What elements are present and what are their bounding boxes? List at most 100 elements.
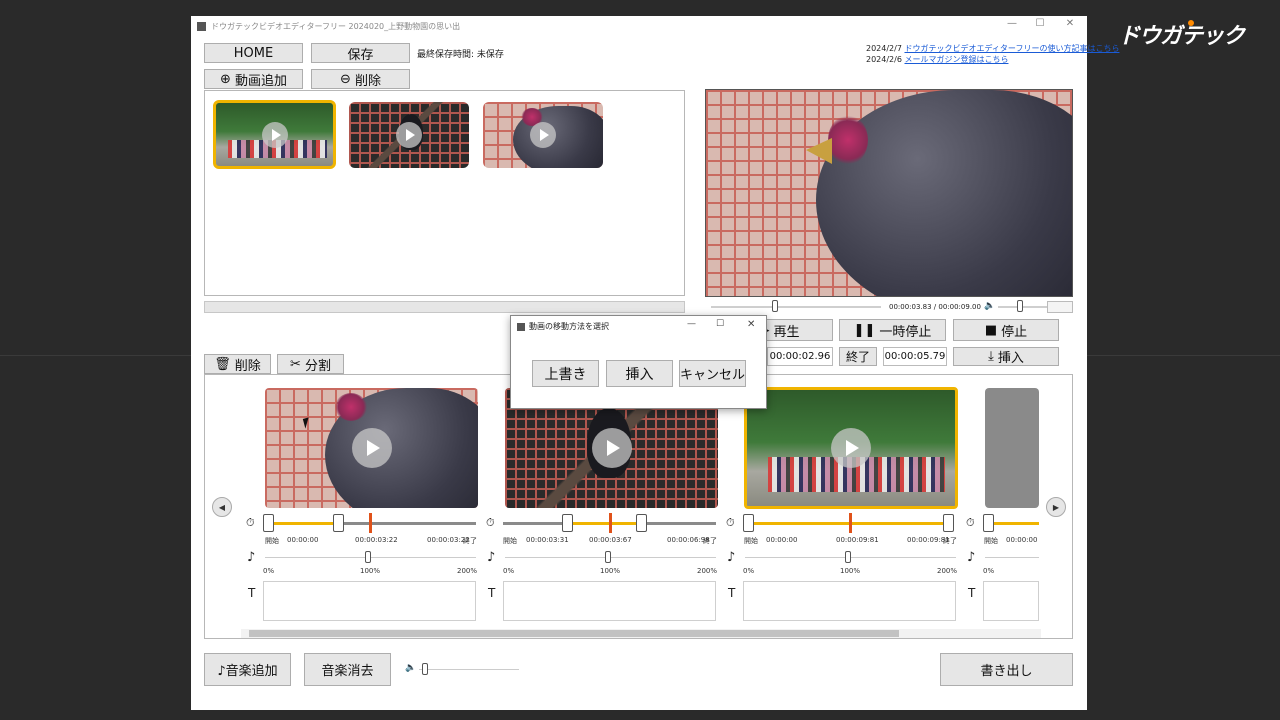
dialog-minimize-button[interactable]: —: [687, 319, 696, 329]
music-volume-slider[interactable]: [419, 669, 519, 670]
insert-label: 挿入: [997, 351, 1024, 366]
split-button[interactable]: ✂ 分割: [277, 354, 344, 374]
clip-1-volume-handle[interactable]: [365, 551, 371, 563]
dialog-maximize-button[interactable]: ☐: [716, 319, 724, 329]
download-icon: ⤓: [988, 349, 994, 364]
minimize-button[interactable]: —: [1004, 18, 1020, 29]
music-note-icon: ♪: [967, 550, 976, 565]
preview-seek-handle[interactable]: [772, 300, 778, 312]
scroll-left-button[interactable]: ◀: [212, 497, 232, 517]
play-icon: [831, 428, 871, 468]
export-button[interactable]: 書き出し: [940, 653, 1073, 686]
remove-music-button[interactable]: 音楽消去: [304, 653, 391, 686]
timeline-scroll-thumb[interactable]: [249, 630, 899, 637]
clip-1-text-input[interactable]: [263, 581, 476, 621]
close-button[interactable]: ✕: [1062, 18, 1078, 29]
clip-3-end-label: 終了: [943, 537, 957, 545]
clip-1-end-handle[interactable]: [333, 514, 344, 532]
clip-1-trim-track-rest[interactable]: [339, 522, 476, 525]
clip-1-trim-track[interactable]: [269, 522, 339, 525]
add-video-button[interactable]: ⊕ 動画追加: [204, 69, 303, 89]
clip-3-text-input[interactable]: [743, 581, 956, 621]
play-icon: [591, 428, 632, 468]
music-volume-handle[interactable]: [422, 663, 428, 675]
maximize-button[interactable]: ☐: [1032, 18, 1048, 29]
timeline-clip-3[interactable]: [744, 387, 958, 509]
clip-2-trim-track[interactable]: [568, 522, 642, 525]
pause-label: 一時停止: [879, 324, 932, 340]
clip-2-end-label: 終了: [703, 537, 717, 545]
end-time-field[interactable]: 00:00:05.79: [883, 347, 947, 366]
start-time-field[interactable]: 00:00:02.96: [767, 347, 833, 366]
insert-button[interactable]: ⤓ 挿入: [953, 347, 1059, 366]
library-thumb-eagle[interactable]: [483, 102, 603, 168]
pause-icon: ❚❚: [853, 322, 876, 338]
text-icon: T: [728, 586, 736, 600]
library-thumb-cage[interactable]: [349, 102, 469, 168]
play-icon: [530, 122, 556, 148]
clip-3-start-handle[interactable]: [743, 514, 754, 532]
library-scrollbar[interactable]: [204, 301, 685, 313]
clip-3-start-label: 開始: [744, 537, 758, 545]
clip-2-volume-handle[interactable]: [605, 551, 611, 563]
timeline-clip-1[interactable]: [265, 388, 478, 508]
dialog-cancel-button[interactable]: キャンセル: [679, 360, 746, 387]
clip-3-vol-max: 200%: [937, 567, 958, 575]
library-thumb-park[interactable]: [213, 100, 336, 169]
home-button-label: HOME: [233, 45, 274, 61]
clip-4-volume-track[interactable]: [985, 557, 1039, 558]
clip-2-vol-max: 200%: [697, 567, 718, 575]
clip-3-marker: [849, 513, 852, 533]
clip-3-end-handle[interactable]: [943, 514, 954, 532]
add-music-button[interactable]: ♪音楽追加: [204, 653, 291, 686]
video-preview[interactable]: [705, 89, 1073, 297]
clip-2-text-input[interactable]: [503, 581, 716, 621]
timeline-delete-button[interactable]: 🗑 削除: [204, 354, 271, 374]
clip-2-start-handle[interactable]: [562, 514, 573, 532]
right-arrow-icon: ▶: [1052, 502, 1060, 512]
dialog-close-button[interactable]: ✕: [747, 319, 755, 330]
music-note-icon: ♪: [727, 550, 736, 565]
clip-3-trim-track[interactable]: [747, 522, 947, 525]
clip-2-trim-track-left[interactable]: [503, 522, 568, 525]
split-label: 分割: [304, 358, 331, 374]
save-button[interactable]: 保存: [311, 43, 410, 63]
clip-4-trim-track[interactable]: [987, 522, 1039, 525]
preview-seekbar[interactable]: [711, 306, 881, 308]
overwrite-button[interactable]: 上書き: [532, 360, 599, 387]
last-saved-text: 最終保存時間: 未保存: [417, 50, 504, 60]
play-icon: [396, 122, 422, 148]
music-note-icon: ♪: [487, 550, 496, 565]
scroll-right-button[interactable]: ▶: [1046, 497, 1066, 517]
timeline-clip-4[interactable]: [985, 388, 1039, 508]
clip-4-text-input[interactable]: [983, 581, 1039, 621]
clip-2-end-handle[interactable]: [636, 514, 647, 532]
clip-1-start-label: 開始: [265, 537, 279, 545]
dialog-insert-button[interactable]: 挿入: [606, 360, 673, 387]
clip-1-start-handle[interactable]: [263, 514, 274, 532]
stop-button[interactable]: ■ 停止: [953, 319, 1059, 341]
preview-image-detail: [828, 115, 868, 165]
clip-2-trim-track-right[interactable]: [642, 522, 716, 525]
news-link-1[interactable]: ドウガテックビデオエディターフリーの使い方記事はこちら: [904, 44, 1119, 53]
add-music-label: ♪音楽追加: [217, 664, 278, 679]
delete-video-button[interactable]: ⊖ 削除: [311, 69, 410, 89]
clip-4-start-time: 00:00:00: [1006, 536, 1038, 544]
preview-volume-handle[interactable]: [1017, 300, 1023, 312]
home-button[interactable]: HOME: [204, 43, 303, 63]
clip-2-mid-time: 00:00:03:67: [589, 536, 632, 544]
clip-4-start-handle[interactable]: [983, 514, 994, 532]
end-button[interactable]: 終了: [839, 347, 877, 366]
trash-icon: 🗑: [214, 356, 231, 372]
clip-4-start-label: 開始: [984, 537, 998, 545]
clip-3-volume-handle[interactable]: [845, 551, 851, 563]
play-label: 再生: [773, 324, 800, 340]
clip-3-vol-mid: 100%: [840, 567, 861, 575]
preview-volume-box[interactable]: [1047, 301, 1073, 313]
window-title: ドウガテックビデオエディターフリー 2024020_上野動物園の思い出: [211, 21, 461, 31]
preview-volume-slider[interactable]: [998, 306, 1048, 308]
plus-circle-icon: ⊕: [220, 71, 231, 87]
news-link-2[interactable]: メールマガジン登録はこちら: [904, 55, 1008, 64]
pause-button[interactable]: ❚❚ 一時停止: [839, 319, 946, 341]
text-icon: T: [248, 586, 256, 600]
